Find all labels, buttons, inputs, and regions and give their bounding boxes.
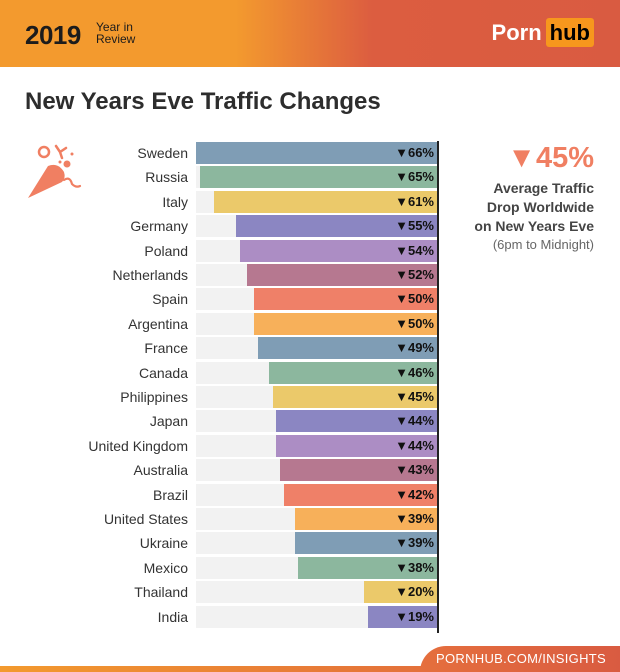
bar-row: Argentina ▼50% (0, 313, 620, 335)
average-callout: ▼45% Average Traffic Drop Worldwide on N… (414, 143, 594, 254)
category-label: Russia (145, 169, 188, 185)
category-label: Canada (138, 365, 188, 381)
data-label: ▼19% (395, 609, 434, 624)
average-drop-value: ▼45% (507, 142, 594, 174)
insights-link[interactable]: PORNHUB.COM/INSIGHTS (436, 651, 606, 666)
bar-row: India ▼19% (0, 606, 620, 628)
data-label: ▼50% (395, 316, 434, 331)
bar-row: Australia ▼43% (0, 459, 620, 481)
caption-line3: on New Years Eve (474, 218, 594, 234)
bar-row: Netherlands ▼52% (0, 264, 620, 286)
data-label: ▼20% (395, 584, 434, 599)
caption-line1: Average Traffic (493, 180, 594, 196)
category-label: France (144, 340, 188, 356)
category-label: Argentina (128, 316, 188, 332)
bar-row: Canada ▼46% (0, 362, 620, 384)
bar-row: France ▼49% (0, 337, 620, 359)
data-label: ▼44% (395, 438, 434, 453)
bar-row: Spain ▼50% (0, 288, 620, 310)
bar-row: Japan ▼44% (0, 410, 620, 432)
category-label: Ukraine (139, 535, 188, 551)
bar-row: Ukraine ▼39% (0, 532, 620, 554)
bar-row: Mexico ▼38% (0, 557, 620, 579)
data-label: ▼39% (395, 511, 434, 526)
bar-row: Philippines ▼45% (0, 386, 620, 408)
category-label: United States (103, 511, 188, 527)
category-label: United Kingdom (88, 438, 188, 454)
average-drop-caption: Average Traffic Drop Worldwide on New Ye… (414, 179, 594, 236)
category-label: Italy (162, 194, 188, 210)
data-label: ▼39% (395, 535, 434, 550)
category-label: Sweden (137, 145, 188, 161)
bar-row: United States ▼39% (0, 508, 620, 530)
data-label: ▼50% (395, 291, 434, 306)
category-label: Germany (130, 218, 188, 234)
bar-row: Brazil ▼42% (0, 484, 620, 506)
category-label: Brazil (152, 487, 188, 503)
category-label: Philippines (120, 389, 188, 405)
category-label: Netherlands (112, 267, 189, 283)
bar-row: United Kingdom ▼44% (0, 435, 620, 457)
data-label: ▼43% (395, 462, 434, 477)
category-label: Spain (152, 291, 188, 307)
data-label: ▼46% (395, 365, 434, 380)
data-label: ▼38% (395, 560, 434, 575)
category-label: Thailand (134, 584, 188, 600)
data-label: ▼52% (395, 267, 434, 282)
caption-line2: Drop Worldwide (486, 199, 594, 215)
bar-chart: Sweden ▼66% Russia ▼65% Italy ▼61% Germany ▼55%… (0, 0, 620, 672)
footer-tab: PORNHUB.COM/INSIGHTS (420, 646, 620, 672)
data-label: ▼42% (395, 487, 434, 502)
category-label: Mexico (143, 560, 188, 576)
category-label: Australia (133, 462, 188, 478)
data-label: ▼44% (395, 413, 434, 428)
time-range-note: (6pm to Midnight) (492, 237, 594, 252)
category-label: Japan (149, 413, 188, 429)
category-label: India (157, 609, 188, 625)
data-label: ▼45% (395, 389, 434, 404)
bar-row: Thailand ▼20% (0, 581, 620, 603)
data-label: ▼49% (395, 340, 434, 355)
category-label: Poland (144, 243, 188, 259)
